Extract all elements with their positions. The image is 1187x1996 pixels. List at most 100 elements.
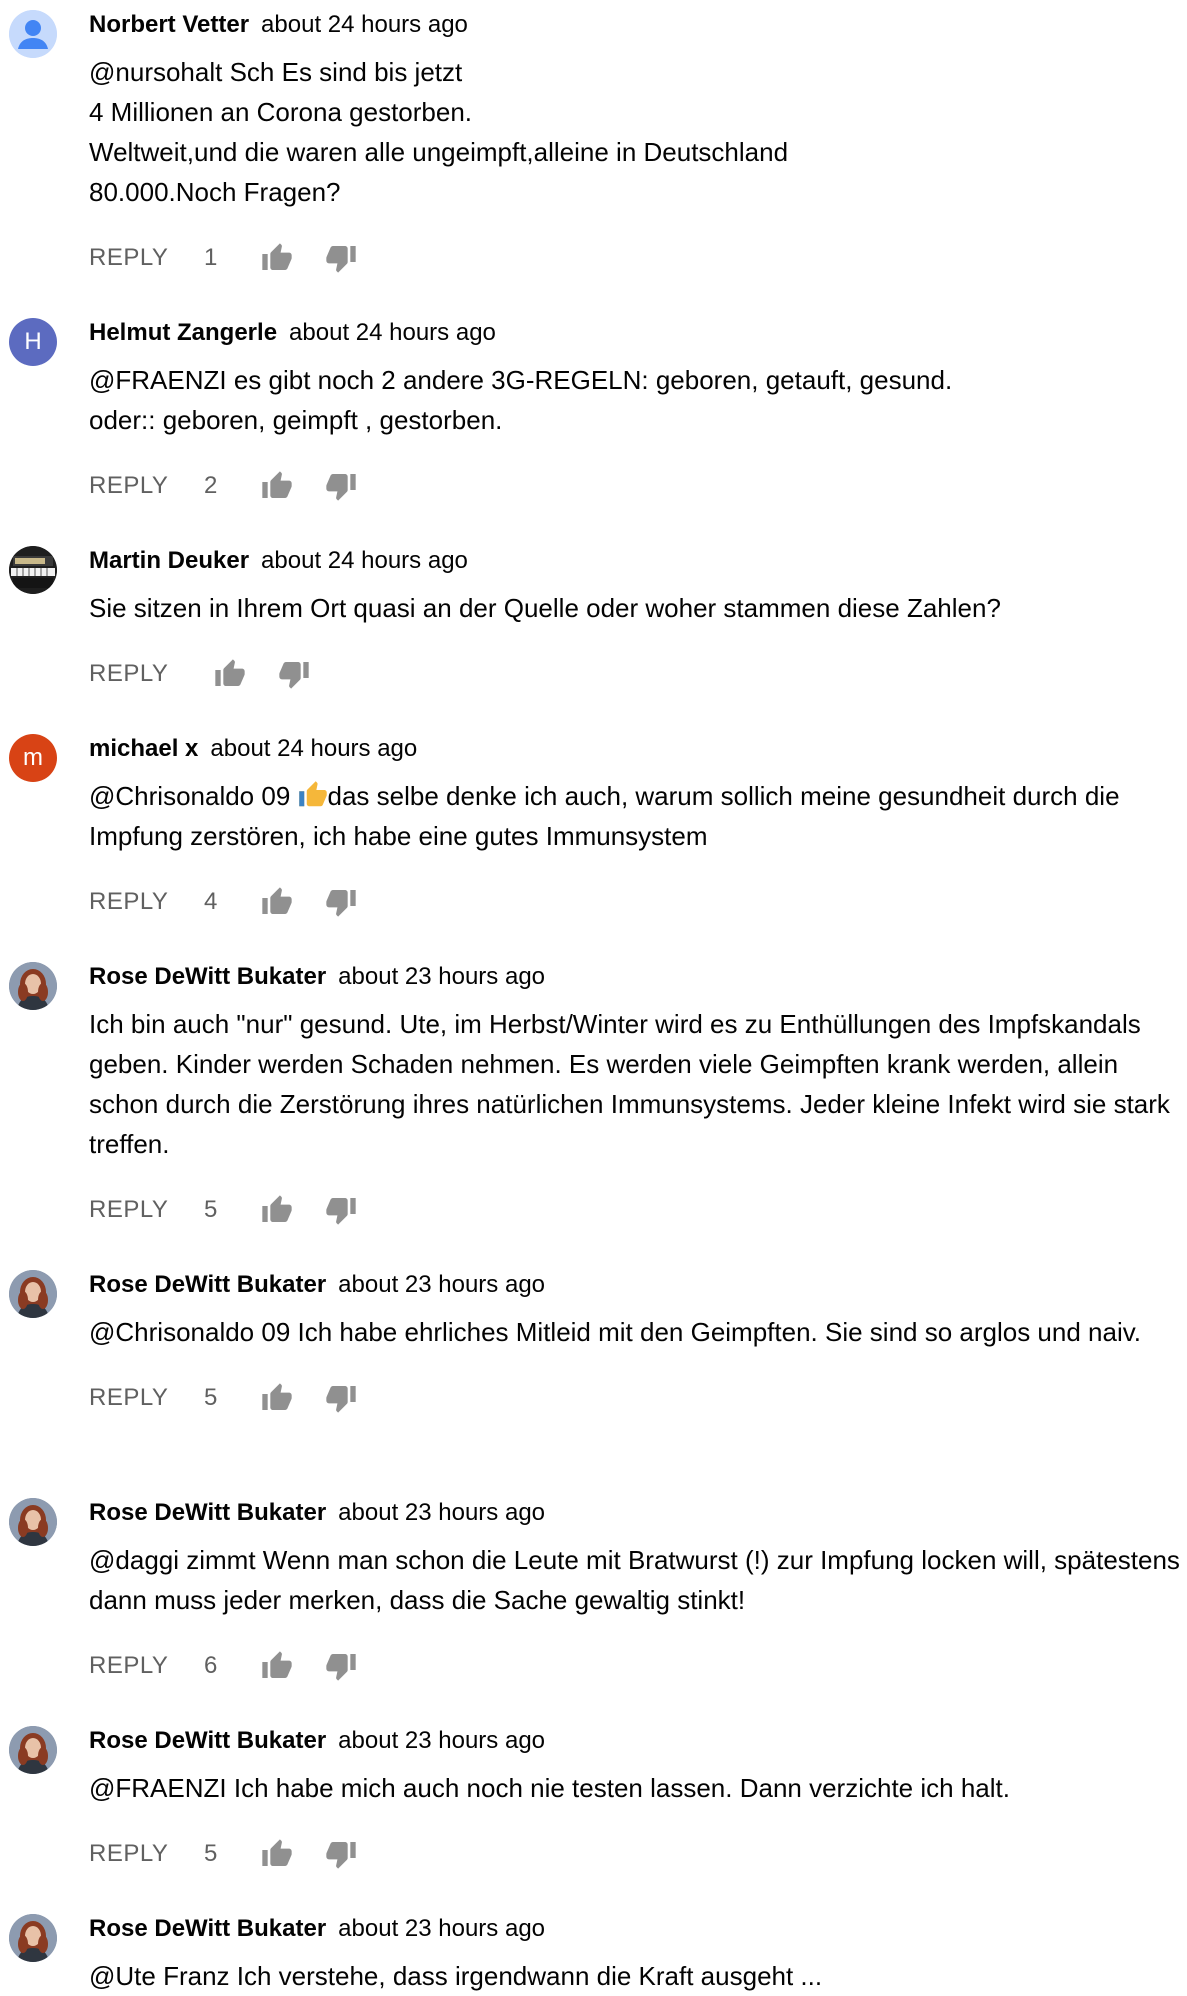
- avatar[interactable]: [9, 1270, 57, 1318]
- thumbs-up-icon[interactable]: [259, 468, 295, 504]
- comment-text: @nursohalt Sch Es sind bis jetzt 4 Milli…: [89, 57, 789, 207]
- avatar[interactable]: m: [9, 734, 57, 782]
- avatar[interactable]: [9, 1498, 57, 1546]
- thumbs-up-emoji-icon: [298, 780, 328, 810]
- comment-header: michael x about 24 hours ago: [89, 734, 1187, 764]
- like-count: 6: [204, 1652, 218, 1679]
- comment-content: Rose DeWitt Bukater about 23 hours ago @d…: [89, 1498, 1187, 1688]
- comment-text: @Ute Franz Ich verstehe, dass irgendwann…: [89, 1961, 823, 1991]
- avatar-letter: H: [24, 328, 42, 355]
- reply-button[interactable]: REPLY: [89, 1652, 179, 1680]
- author-name[interactable]: Rose DeWitt Bukater: [89, 1499, 326, 1526]
- reply-button[interactable]: REPLY: [89, 660, 179, 688]
- thumbs-up-icon[interactable]: [259, 1836, 295, 1872]
- comment-text: @daggi zimmt Wenn man schon die Leute mi…: [89, 1545, 1180, 1615]
- comment-content: Martin Deuker about 24 hours ago Sie sitz…: [89, 546, 1187, 696]
- like-count: 5: [204, 1384, 218, 1411]
- comment-content: Rose DeWitt Bukater about 23 hours ago @F…: [89, 1726, 1187, 1876]
- portrait-photo-icon: [9, 1498, 57, 1546]
- thumbs-up-icon[interactable]: [259, 1380, 295, 1416]
- portrait-photo-icon: [9, 962, 57, 1010]
- comment-header: Rose DeWitt Bukater about 23 hours ago: [89, 1498, 1187, 1528]
- reply-button[interactable]: REPLY: [89, 1196, 179, 1224]
- avatar[interactable]: H: [9, 318, 57, 366]
- comment-text: Sie sitzen in Ihrem Ort quasi an der Que…: [89, 593, 1001, 623]
- comment-text: @Chrisonaldo 09 das selbe denke ich auch…: [89, 776, 1187, 856]
- piano-photo-icon: [9, 546, 57, 594]
- author-name[interactable]: Rose DeWitt Bukater: [89, 1915, 326, 1942]
- reply-button[interactable]: REPLY: [89, 888, 179, 916]
- comment-actions: REPLY 6: [89, 1644, 1187, 1688]
- comment-text: @FRAENZI es gibt noch 2 andere 3G-REGELN…: [89, 365, 953, 435]
- comment-timestamp[interactable]: about 23 hours ago: [338, 1499, 545, 1526]
- comment-header: Rose DeWitt Bukater about 23 hours ago: [89, 1726, 1187, 1756]
- comment-content: Norbert Vetter about 24 hours ago @nursoh…: [89, 10, 1187, 280]
- comment-content: Helmut Zangerle about 24 hours ago @FRAEN…: [89, 318, 1187, 508]
- thumbs-down-icon[interactable]: [323, 240, 359, 276]
- thumbs-up-icon[interactable]: [259, 1192, 295, 1228]
- thumbs-down-icon[interactable]: [323, 1648, 359, 1684]
- avatar[interactable]: [9, 1726, 57, 1774]
- avatar[interactable]: [9, 1914, 57, 1962]
- portrait-photo-icon: [9, 1270, 57, 1318]
- comment-content: Rose DeWitt Bukater about 23 hours ago Ic…: [89, 962, 1187, 1232]
- author-name[interactable]: michael x: [89, 735, 198, 762]
- avatar-letter: m: [23, 744, 43, 771]
- thumbs-down-icon[interactable]: [323, 1836, 359, 1872]
- thumbs-down-icon[interactable]: [323, 468, 359, 504]
- comment-timestamp[interactable]: about 23 hours ago: [338, 1727, 545, 1754]
- comment-content: Rose DeWitt Bukater about 23 hours ago @U…: [89, 1914, 1187, 1996]
- comment-actions: REPLY 1: [89, 236, 1187, 280]
- reply-button[interactable]: REPLY: [89, 1384, 179, 1412]
- comment-header: Rose DeWitt Bukater about 23 hours ago: [89, 1914, 1187, 1944]
- reply-button[interactable]: REPLY: [89, 472, 179, 500]
- thumbs-up-icon[interactable]: [259, 1648, 295, 1684]
- author-name[interactable]: Helmut Zangerle: [89, 319, 277, 346]
- author-name[interactable]: Rose DeWitt Bukater: [89, 963, 326, 990]
- comment-header: Norbert Vetter about 24 hours ago: [89, 10, 1187, 40]
- thumbs-down-icon[interactable]: [323, 884, 359, 920]
- thumbs-up-icon[interactable]: [259, 240, 295, 276]
- reply-button[interactable]: REPLY: [89, 1840, 179, 1868]
- comment-header: Rose DeWitt Bukater about 23 hours ago: [89, 1270, 1187, 1300]
- default-profile-icon: [9, 10, 57, 58]
- comment-header: Rose DeWitt Bukater about 23 hours ago: [89, 962, 1187, 992]
- like-count: 2: [204, 472, 218, 499]
- comment-actions: REPLY 5: [89, 1376, 1187, 1420]
- comment-timestamp[interactable]: about 24 hours ago: [261, 547, 468, 574]
- comment-text: @FRAENZI Ich habe mich auch noch nie tes…: [89, 1773, 1010, 1803]
- comment-timestamp[interactable]: about 23 hours ago: [338, 1915, 545, 1942]
- avatar[interactable]: [9, 10, 57, 58]
- thumbs-down-icon[interactable]: [323, 1380, 359, 1416]
- comment-actions: REPLY: [89, 652, 1187, 696]
- avatar[interactable]: [9, 546, 57, 594]
- reply-button[interactable]: REPLY: [89, 244, 179, 272]
- thumbs-up-icon[interactable]: [212, 656, 248, 692]
- comment-timestamp[interactable]: about 23 hours ago: [338, 963, 545, 990]
- like-count: 1: [204, 244, 218, 271]
- thumbs-up-icon[interactable]: [259, 884, 295, 920]
- comment-actions: REPLY 5: [89, 1832, 1187, 1876]
- comment-content: Rose DeWitt Bukater about 23 hours ago @C…: [89, 1270, 1187, 1420]
- comment-actions: REPLY 4: [89, 880, 1187, 924]
- like-count: 4: [204, 888, 218, 915]
- comment-timestamp[interactable]: about 24 hours ago: [210, 735, 417, 762]
- thumbs-down-icon[interactable]: [276, 656, 312, 692]
- comment-text: Ich bin auch "nur" gesund. Ute, im Herbs…: [89, 1009, 1170, 1159]
- comment-actions: REPLY 5: [89, 1188, 1187, 1232]
- comment-timestamp[interactable]: about 24 hours ago: [289, 319, 496, 346]
- like-count: 5: [204, 1196, 218, 1223]
- author-name[interactable]: Rose DeWitt Bukater: [89, 1271, 326, 1298]
- comment-content: michael x about 24 hours ago @Chrisonaldo…: [89, 734, 1187, 924]
- portrait-photo-icon: [9, 1726, 57, 1774]
- author-name[interactable]: Norbert Vetter: [89, 11, 249, 38]
- comment-text: @Chrisonaldo 09 Ich habe ehrliches Mitle…: [89, 1317, 1142, 1347]
- comment-header: Martin Deuker about 24 hours ago: [89, 546, 1187, 576]
- comment-timestamp[interactable]: about 23 hours ago: [338, 1271, 545, 1298]
- portrait-photo-icon: [9, 1914, 57, 1962]
- comment-timestamp[interactable]: about 24 hours ago: [261, 11, 468, 38]
- thumbs-down-icon[interactable]: [323, 1192, 359, 1228]
- author-name[interactable]: Martin Deuker: [89, 547, 249, 574]
- author-name[interactable]: Rose DeWitt Bukater: [89, 1727, 326, 1754]
- avatar[interactable]: [9, 962, 57, 1010]
